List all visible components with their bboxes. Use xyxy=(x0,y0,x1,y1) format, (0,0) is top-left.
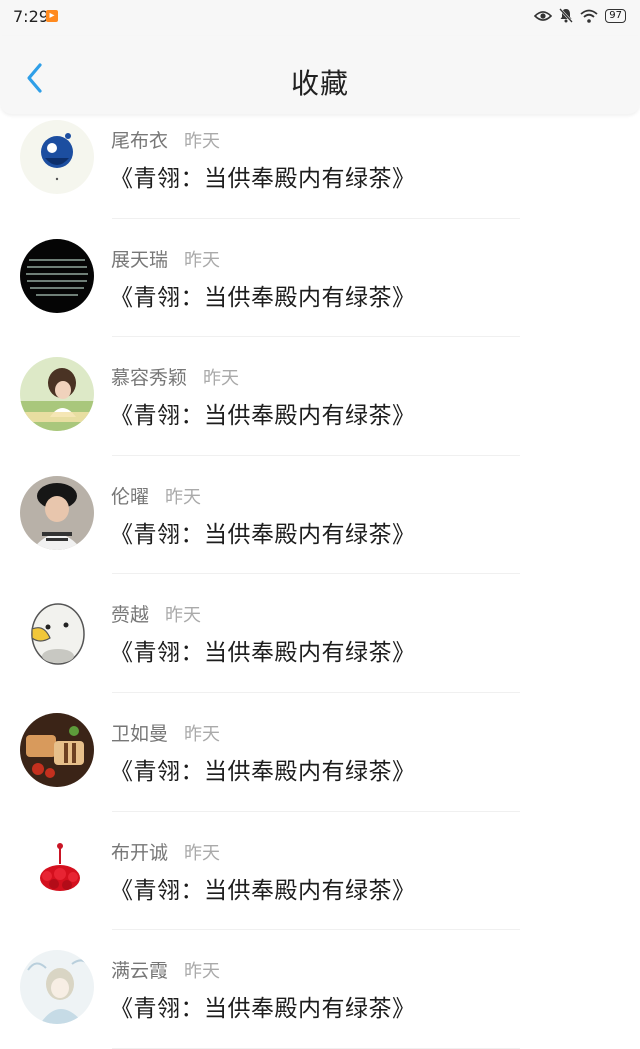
item-title: 《青翎：当供奉殿内有绿茶》 xyxy=(110,877,416,904)
author-name: 卫如曼 xyxy=(111,722,169,745)
item-time: 昨天 xyxy=(184,249,221,271)
avatar xyxy=(20,712,94,787)
avatar xyxy=(20,475,94,550)
avatar xyxy=(20,594,94,669)
status-icons: 97 xyxy=(534,8,626,23)
author-name: 慕容秀颖 xyxy=(111,367,188,390)
item-time: 昨天 xyxy=(184,131,221,152)
status-time: 7:29 xyxy=(13,7,49,26)
item-time: 昨天 xyxy=(165,605,202,627)
item-title: 《青翎：当供奉殿内有绿茶》 xyxy=(110,521,416,548)
author-name: 布开诚 xyxy=(111,841,169,864)
item-time: 昨天 xyxy=(184,842,221,864)
list-item[interactable]: 布开诚 昨天 《青翎：当供奉殿内有绿茶》 xyxy=(0,812,640,931)
item-title: 《青翎：当供奉殿内有绿茶》 xyxy=(110,166,416,192)
avatar xyxy=(20,120,94,194)
author-name: 满云霞 xyxy=(111,960,169,983)
item-time: 昨天 xyxy=(184,723,221,745)
item-time: 昨天 xyxy=(165,486,202,508)
item-title: 《青翎：当供奉殿内有绿茶》 xyxy=(110,640,416,667)
mute-bell-icon xyxy=(559,8,574,23)
item-title: 《青翎：当供奉殿内有绿茶》 xyxy=(110,996,416,1023)
avatar xyxy=(20,831,94,906)
author-name: 赍越 xyxy=(111,604,150,627)
item-title: 《青翎：当供奉殿内有绿茶》 xyxy=(110,758,416,785)
list-item[interactable]: 满云霞 昨天 《青翎：当供奉殿内有绿茶》 xyxy=(0,930,640,1049)
status-bar: 7:29 ▸ 97 xyxy=(0,0,640,36)
eye-icon xyxy=(534,10,553,21)
page-title: 收藏 xyxy=(290,67,349,100)
avatar xyxy=(20,950,94,1025)
list-item[interactable]: 尾布衣 昨天 《青翎：当供奉殿内有绿茶》 xyxy=(0,100,640,219)
favorites-list: 尾布衣 昨天 《青翎：当供奉殿内有绿茶》 展天瑞 昨天 《青翎：当供奉殿内有绿茶》 xyxy=(0,100,640,1049)
battery-icon: 97 xyxy=(605,8,626,23)
list-item[interactable]: 展天瑞 昨天 《青翎：当供奉殿内有绿茶》 xyxy=(0,219,640,338)
item-time: 昨天 xyxy=(184,961,221,983)
author-name: 展天瑞 xyxy=(111,248,169,271)
list-item[interactable]: 伦曜 昨天 《青翎：当供奉殿内有绿茶》 xyxy=(0,456,640,575)
avatar xyxy=(20,357,94,432)
item-time: 昨天 xyxy=(203,368,240,390)
wifi-icon xyxy=(580,9,598,23)
list-item[interactable]: 慕容秀颖 昨天 《青翎：当供奉殿内有绿茶》 xyxy=(0,337,640,456)
item-title: 《青翎：当供奉殿内有绿茶》 xyxy=(110,403,416,430)
item-title: 《青翎：当供奉殿内有绿茶》 xyxy=(110,284,416,311)
header-bar: 收藏 xyxy=(0,36,640,114)
avatar xyxy=(20,238,94,313)
author-name: 伦曜 xyxy=(111,485,150,508)
list-item[interactable]: 赍越 昨天 《青翎：当供奉殿内有绿茶》 xyxy=(0,574,640,693)
notification-app-icon: ▸ xyxy=(46,10,58,22)
author-name: 尾布衣 xyxy=(111,130,169,152)
list-item[interactable]: 卫如曼 昨天 《青翎：当供奉殿内有绿茶》 xyxy=(0,693,640,812)
